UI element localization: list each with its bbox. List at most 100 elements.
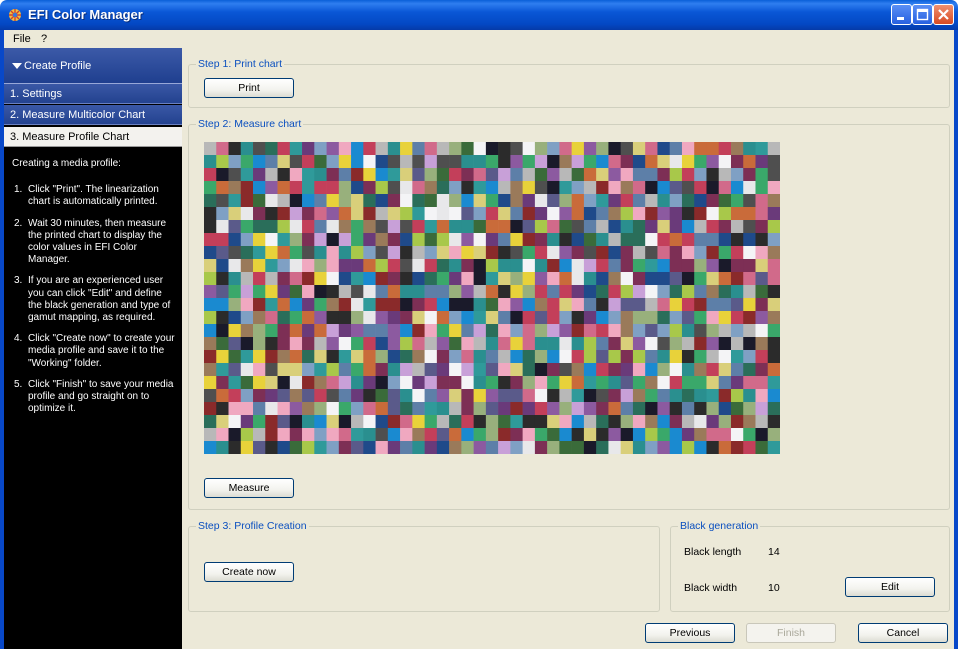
color-patch (620, 441, 634, 454)
color-patch (522, 376, 536, 390)
color-patch (608, 402, 621, 416)
color-patch (240, 337, 254, 351)
color-patch (473, 259, 487, 273)
color-patch (240, 155, 254, 169)
color-patch (755, 389, 769, 403)
color-patch (645, 285, 658, 299)
color-patch (547, 142, 560, 156)
color-patch (706, 311, 720, 325)
measure-button[interactable]: Measure (204, 478, 294, 498)
color-patch (204, 220, 217, 234)
color-patch (706, 389, 720, 403)
color-patch (632, 285, 646, 299)
color-patch (302, 428, 315, 442)
color-patch (338, 402, 352, 416)
color-patch (461, 142, 474, 156)
color-patch (730, 181, 744, 195)
color-patch (681, 272, 695, 286)
color-patch (277, 168, 291, 182)
color-patch (547, 363, 560, 377)
color-patch (559, 259, 572, 273)
color-patch (608, 311, 621, 325)
color-patch (289, 220, 303, 234)
color-patch (228, 220, 242, 234)
color-patch (571, 220, 585, 234)
color-patch (375, 324, 389, 338)
finish-button[interactable]: Finish (746, 623, 836, 643)
color-patch (326, 324, 340, 338)
color-patch (583, 441, 597, 454)
minimize-button[interactable] (891, 4, 912, 25)
sidebar-header[interactable]: Create Profile (4, 48, 182, 84)
color-patch (436, 324, 450, 338)
sidebar-item-settings[interactable]: 1. Settings (4, 84, 182, 104)
color-patch (583, 402, 597, 416)
color-patch (706, 285, 720, 299)
color-patch (314, 324, 327, 338)
cancel-button[interactable]: Cancel (858, 623, 948, 643)
color-patch (265, 155, 278, 169)
close-button[interactable] (933, 4, 954, 25)
color-patch (718, 311, 732, 325)
color-patch (669, 350, 683, 364)
color-patch (559, 415, 572, 429)
color-patch (583, 324, 597, 338)
color-patch (265, 311, 278, 325)
color-patch (730, 246, 744, 260)
color-patch (240, 259, 254, 273)
color-patch (449, 194, 462, 208)
color-patch (228, 233, 242, 247)
color-patch (473, 311, 487, 325)
color-patch (363, 155, 376, 169)
color-patch (265, 376, 278, 390)
edit-button[interactable]: Edit (845, 577, 935, 597)
color-patch (718, 441, 732, 454)
color-patch (608, 168, 621, 182)
color-patch (510, 142, 523, 156)
color-patch (461, 389, 474, 403)
maximize-button[interactable] (912, 4, 933, 25)
color-patch (608, 220, 621, 234)
color-patch (412, 389, 425, 403)
color-patch (694, 415, 707, 429)
color-patch (314, 428, 327, 442)
color-patch (473, 389, 487, 403)
color-patch (608, 272, 621, 286)
create-now-button[interactable]: Create now (204, 562, 294, 582)
color-patch (583, 168, 597, 182)
color-patch (743, 155, 756, 169)
color-patch (669, 259, 683, 273)
color-patch (583, 194, 597, 208)
color-patch (387, 285, 401, 299)
color-patch (498, 155, 511, 169)
color-patch (289, 363, 303, 377)
color-patch (559, 441, 572, 454)
color-patch (485, 246, 499, 260)
color-patch (547, 272, 560, 286)
color-patch (645, 246, 658, 260)
color-patch (253, 441, 266, 454)
color-patch (289, 324, 303, 338)
color-patch (755, 285, 769, 299)
color-patch (645, 220, 658, 234)
print-button[interactable]: Print (204, 78, 294, 98)
color-patch (326, 220, 340, 234)
color-patch (302, 389, 315, 403)
color-patch (498, 272, 511, 286)
sidebar-item-measure-multicolor[interactable]: 2. Measure Multicolor Chart (4, 105, 182, 125)
menu-help[interactable]: ? (41, 33, 47, 45)
menu-file[interactable]: File (13, 33, 31, 45)
sidebar-item-measure-profile[interactable]: 3. Measure Profile Chart (4, 127, 182, 147)
color-patch (265, 285, 278, 299)
color-patch (400, 324, 413, 338)
color-patch (645, 207, 658, 221)
color-patch (375, 402, 389, 416)
collapse-triangle-icon (12, 63, 22, 69)
color-patch (424, 324, 438, 338)
color-patch (387, 168, 401, 182)
color-patch (473, 246, 487, 260)
previous-button[interactable]: Previous (645, 623, 735, 643)
color-patch (240, 441, 254, 454)
color-patch (657, 207, 671, 221)
color-patch (253, 246, 266, 260)
